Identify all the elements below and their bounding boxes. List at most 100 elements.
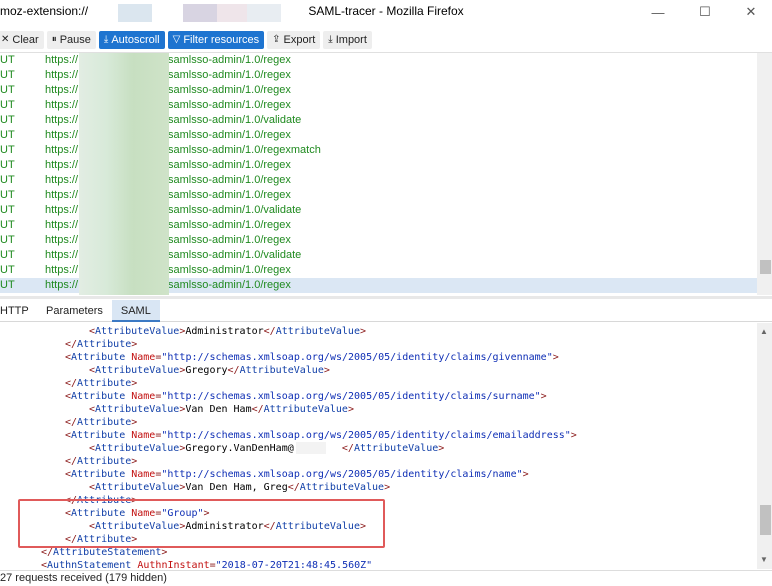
request-list[interactable]: UT https:// samlsso-admin/1.0/regex UT https… bbox=[0, 52, 772, 295]
minimize-button[interactable]: — bbox=[643, 2, 673, 22]
request-url: https:// bbox=[45, 219, 79, 231]
request-url: https:// bbox=[45, 249, 79, 261]
request-path: samlsso-admin/1.0/regex bbox=[168, 129, 291, 141]
scrollbar-thumb[interactable] bbox=[760, 260, 771, 274]
status-bar: 27 requests received (179 hidden) bbox=[0, 570, 772, 586]
xml-line: <Attribute Name="http://schemas.xmlsoap.… bbox=[65, 352, 559, 363]
request-method: UT bbox=[0, 54, 15, 66]
tab-http[interactable]: HTTP bbox=[0, 300, 37, 322]
export-button[interactable]: ⇪ Export bbox=[267, 30, 321, 49]
request-url: https:// bbox=[45, 159, 79, 171]
request-path: samlsso-admin/1.0/validate bbox=[168, 114, 302, 126]
filter-resources-button[interactable]: ▽ Filter resources bbox=[167, 30, 265, 49]
request-url: https:// bbox=[45, 54, 79, 66]
xml-line: <Attribute Name="http://schemas.xmlsoap.… bbox=[65, 391, 547, 402]
request-method: UT bbox=[0, 159, 15, 171]
request-url: https:// bbox=[45, 189, 79, 201]
request-url: https:// bbox=[45, 279, 79, 291]
pause-label: Pause bbox=[59, 33, 91, 46]
import-button[interactable]: ⤓ Import bbox=[323, 30, 372, 49]
import-label: Import bbox=[335, 33, 367, 46]
xml-line: </Attribute> bbox=[65, 456, 138, 467]
xml-line: <Attribute Name="http://schemas.xmlsoap.… bbox=[65, 430, 577, 441]
scroll-up-icon[interactable]: ▲ bbox=[760, 327, 768, 336]
request-url: https:// bbox=[45, 174, 79, 186]
export-icon: ⇪ bbox=[272, 34, 281, 45]
request-method: UT bbox=[0, 84, 15, 96]
request-list-scrollbar[interactable] bbox=[757, 53, 772, 295]
request-url: https:// bbox=[45, 114, 79, 126]
export-label: Export bbox=[283, 33, 316, 46]
request-method: UT bbox=[0, 129, 15, 141]
request-method: UT bbox=[0, 114, 15, 126]
request-url: https:// bbox=[45, 234, 79, 246]
close-button[interactable]: ✕ bbox=[736, 2, 766, 22]
request-method: UT bbox=[0, 264, 15, 276]
request-url: https:// bbox=[45, 69, 79, 81]
redacted-email-domain bbox=[296, 442, 326, 454]
xml-line: <AttributeValue>Gregory</AttributeValue> bbox=[89, 365, 330, 376]
pause-icon: ⏸ bbox=[51, 34, 57, 45]
redacted-host-column bbox=[79, 53, 169, 295]
request-method: UT bbox=[0, 279, 15, 291]
request-method: UT bbox=[0, 69, 15, 81]
tab-saml[interactable]: SAML bbox=[111, 300, 160, 322]
request-url: https:// bbox=[45, 84, 79, 96]
request-path: samlsso-admin/1.0/regexmatch bbox=[168, 144, 321, 156]
maximize-button[interactable]: ☐ bbox=[690, 2, 720, 22]
xml-line: <AttributeValue>Gregory.VanDenHam@ </Att… bbox=[89, 443, 445, 454]
xml-scrollbar[interactable]: ▲ ▼ bbox=[757, 323, 772, 569]
tab-parameters[interactable]: Parameters bbox=[37, 300, 112, 322]
request-method: UT bbox=[0, 144, 15, 156]
close-icon: ✕ bbox=[1, 34, 10, 45]
request-path: samlsso-admin/1.0/regex bbox=[168, 174, 291, 186]
request-path: samlsso-admin/1.0/regex bbox=[168, 264, 291, 276]
pause-button[interactable]: ⏸ Pause bbox=[46, 30, 96, 49]
autoscroll-label: Autoscroll bbox=[111, 33, 160, 46]
xml-line: </Attribute> bbox=[65, 417, 138, 428]
scrollbar-thumb[interactable] bbox=[760, 505, 771, 535]
request-path: samlsso-admin/1.0/regex bbox=[168, 159, 291, 171]
autoscroll-button[interactable]: ⤓ Autoscroll bbox=[98, 30, 165, 49]
request-path: samlsso-admin/1.0/regex bbox=[168, 69, 291, 81]
request-path: samlsso-admin/1.0/regex bbox=[168, 84, 291, 96]
import-icon: ⤓ bbox=[328, 34, 333, 45]
request-path: samlsso-admin/1.0/regex bbox=[168, 189, 291, 201]
request-url: https:// bbox=[45, 129, 79, 141]
request-url: https:// bbox=[45, 144, 79, 156]
request-path: samlsso-admin/1.0/validate bbox=[168, 249, 302, 261]
title-bar: moz-extension:// SAML-tracer - Mozilla F… bbox=[0, 0, 772, 26]
request-url: https:// bbox=[45, 204, 79, 216]
request-method: UT bbox=[0, 174, 15, 186]
request-method: UT bbox=[0, 249, 15, 261]
download-icon: ⤓ bbox=[103, 34, 109, 45]
xml-line: <AttributeValue>Van Den Ham</AttributeVa… bbox=[89, 404, 354, 415]
clear-label: Clear bbox=[12, 33, 39, 46]
filter-icon: ▽ bbox=[172, 34, 181, 45]
request-path: samlsso-admin/1.0/validate bbox=[168, 204, 302, 216]
request-path: samlsso-admin/1.0/regex bbox=[168, 279, 291, 291]
detail-tabs: HTTP Parameters SAML bbox=[0, 300, 772, 322]
request-method: UT bbox=[0, 189, 15, 201]
request-url: https:// bbox=[45, 99, 79, 111]
clear-button[interactable]: ✕ Clear bbox=[0, 30, 44, 49]
xml-line: </Attribute> bbox=[65, 378, 138, 389]
request-method: UT bbox=[0, 204, 15, 216]
scroll-down-icon[interactable]: ▼ bbox=[760, 555, 768, 564]
xml-line: <AttributeValue>Van Den Ham, Greg</Attri… bbox=[89, 482, 391, 493]
xml-line: </Attribute> bbox=[65, 339, 138, 350]
request-method: UT bbox=[0, 234, 15, 246]
request-path: samlsso-admin/1.0/regex bbox=[168, 99, 291, 111]
request-url: https:// bbox=[45, 264, 79, 276]
request-method: UT bbox=[0, 99, 15, 111]
highlight-box bbox=[18, 499, 385, 548]
filter-label: Filter resources bbox=[183, 33, 260, 46]
xml-line: <AuthnStatement AuthnInstant="2018-07-20… bbox=[41, 560, 373, 569]
request-path: samlsso-admin/1.0/regex bbox=[168, 219, 291, 231]
xml-line: <AttributeValue>Administrator</Attribute… bbox=[89, 326, 367, 337]
request-method: UT bbox=[0, 219, 15, 231]
pane-splitter[interactable] bbox=[0, 296, 772, 299]
toolbar: ✕ Clear ⏸ Pause ⤓ Autoscroll ▽ Filter re… bbox=[0, 29, 772, 50]
request-path: samlsso-admin/1.0/regex bbox=[168, 234, 291, 246]
request-path: samlsso-admin/1.0/regex bbox=[168, 54, 291, 66]
